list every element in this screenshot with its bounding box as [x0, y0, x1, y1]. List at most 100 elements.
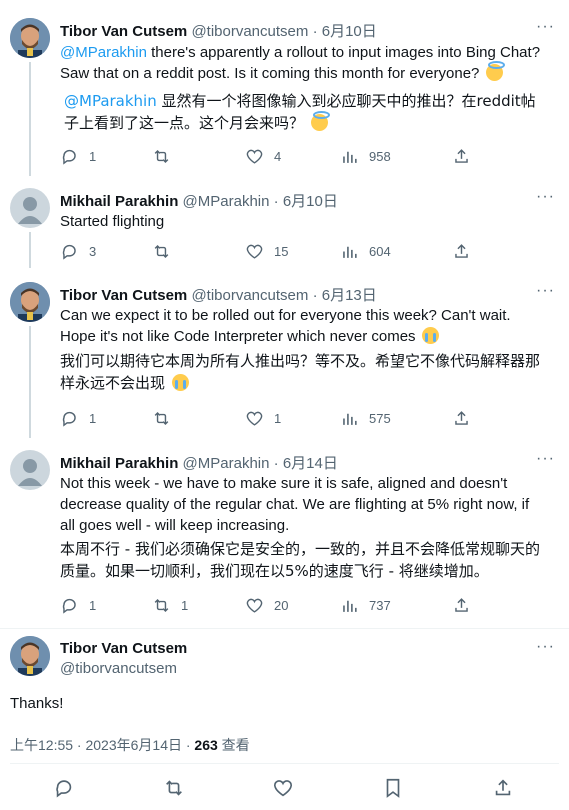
author-name[interactable]: Mikhail Parakhin: [60, 455, 178, 472]
avatar[interactable]: [10, 636, 50, 676]
tweet-date[interactable]: 6月10日: [322, 23, 377, 40]
translation-text: 本周不行 - 我们必须确保它是安全的，一致的，并且不会降低常规聊天的质量。如果一…: [60, 540, 540, 580]
reply-count: 1: [89, 149, 97, 164]
avatar-photo: [10, 18, 50, 58]
share-button[interactable]: [452, 242, 471, 261]
default-avatar-icon: [18, 459, 42, 486]
main-tweet-text: Thanks!: [10, 695, 64, 712]
reply-icon: [62, 598, 76, 614]
tweet-3[interactable]: Tibor Van Cutsem @tiborvancutsem · 6月13日…: [0, 268, 569, 438]
reply-count: 1: [89, 598, 97, 613]
tweet-date[interactable]: 6月10日: [283, 193, 338, 210]
retweet-button[interactable]: 1: [152, 596, 188, 615]
smiling-halo-emoji-icon: [485, 61, 505, 81]
retweet-icon: [166, 780, 182, 796]
retweet-button[interactable]: [152, 409, 181, 428]
default-avatar-icon: [18, 197, 42, 224]
views-button[interactable]: 604: [340, 242, 391, 261]
views-button[interactable]: 958: [340, 147, 391, 166]
retweet-button[interactable]: [152, 242, 181, 261]
tweet-date[interactable]: 6月14日: [283, 455, 338, 472]
author-name[interactable]: Tibor Van Cutsem: [60, 287, 187, 304]
reply-count: 3: [89, 244, 97, 259]
separator: ·: [273, 193, 279, 210]
views-label: 查看: [217, 737, 250, 753]
like-icon: [246, 411, 263, 426]
views-button[interactable]: 575: [340, 409, 391, 428]
tweet-2[interactable]: Mikhail Parakhin @MParakhin · 6月10日 ··· …: [0, 176, 569, 268]
retweet-icon: [154, 411, 169, 426]
like-button[interactable]: 20: [245, 596, 288, 615]
like-button[interactable]: 1: [245, 409, 281, 428]
avatar[interactable]: [10, 282, 50, 322]
thread-line: [29, 326, 31, 438]
tweet-actions: 1 1 575: [60, 409, 480, 429]
more-icon[interactable]: ···: [536, 450, 555, 468]
tweet-actions: 3 15 604: [60, 242, 480, 262]
author-handle[interactable]: @tiborvancutsem: [191, 23, 308, 40]
bookmark-button[interactable]: [382, 777, 404, 804]
tweet-text: Can we expect it to be rolled out for ev…: [60, 307, 511, 345]
translation-text: 我们可以期待它本周为所有人推出吗？等不及。希望它不像代码解释器那样永远不会出现: [60, 352, 541, 392]
tweet-4[interactable]: Mikhail Parakhin @MParakhin · 6月14日 ··· …: [0, 438, 569, 628]
share-icon: [455, 411, 468, 425]
tweet-date[interactable]: 6月13日: [322, 287, 377, 304]
share-button[interactable]: [452, 409, 471, 428]
reply-button[interactable]: [53, 777, 75, 804]
author-name[interactable]: Tibor Van Cutsem: [60, 23, 187, 40]
tweet-header: Mikhail Parakhin @MParakhin · 6月14日: [60, 452, 338, 473]
author-handle[interactable]: @tiborvancutsem: [60, 660, 177, 677]
retweet-icon: [154, 244, 169, 259]
views-button[interactable]: 737: [340, 596, 391, 615]
tweet-header: Mikhail Parakhin @MParakhin · 6月10日: [60, 190, 338, 211]
author-handle[interactable]: @MParakhin: [183, 455, 270, 472]
divider: [10, 763, 559, 764]
divider: [0, 628, 569, 629]
share-icon: [495, 779, 511, 796]
more-icon[interactable]: ···: [536, 18, 555, 36]
views-icon: [343, 151, 357, 163]
tweet-header: Tibor Van Cutsem @tiborvancutsem · 6月10日: [60, 20, 377, 41]
like-button[interactable]: 15: [245, 242, 288, 261]
avatar[interactable]: [10, 188, 50, 228]
like-button[interactable]: [272, 777, 294, 804]
reply-button[interactable]: 3: [60, 242, 96, 261]
retweet-button[interactable]: [163, 777, 185, 804]
views-count: 737: [369, 598, 391, 613]
tweet-actions: 1 1 20 737: [60, 596, 480, 616]
views-count: 263: [194, 737, 218, 753]
timestamp-text[interactable]: 上午12:55 · 2023年6月14日 ·: [10, 737, 194, 753]
more-icon[interactable]: ···: [536, 282, 555, 300]
more-icon[interactable]: ···: [536, 638, 555, 656]
share-button[interactable]: [452, 147, 471, 166]
author-name[interactable]: Mikhail Parakhin: [60, 193, 178, 210]
separator: ·: [312, 23, 318, 40]
like-button[interactable]: 4: [245, 147, 281, 166]
like-count: 4: [274, 149, 282, 164]
like-icon: [246, 598, 263, 613]
reply-button[interactable]: 1: [60, 147, 96, 166]
mention-link[interactable]: @MParakhin: [64, 92, 157, 110]
author-handle[interactable]: @tiborvancutsem: [191, 287, 308, 304]
like-count: 1: [274, 411, 282, 426]
tweet-1[interactable]: Tibor Van Cutsem @tiborvancutsem · 6月10日…: [0, 0, 569, 176]
reply-icon: [62, 244, 76, 260]
main-tweet-actions: [0, 777, 569, 803]
avatar[interactable]: [10, 450, 50, 490]
retweet-button[interactable]: [152, 147, 181, 166]
reply-button[interactable]: 1: [60, 596, 96, 615]
avatar-photo: [10, 282, 50, 322]
mention-link[interactable]: @MParakhin: [60, 44, 147, 61]
like-icon: [246, 244, 263, 259]
share-button[interactable]: [452, 596, 471, 615]
reply-icon: [62, 149, 76, 165]
more-icon[interactable]: ···: [536, 188, 555, 206]
author-name[interactable]: Tibor Van Cutsem: [60, 640, 187, 657]
like-icon: [246, 149, 263, 164]
author-handle[interactable]: @MParakhin: [183, 193, 270, 210]
share-button[interactable]: [492, 777, 514, 804]
share-icon: [455, 598, 468, 612]
reply-button[interactable]: 1: [60, 409, 96, 428]
avatar[interactable]: [10, 18, 50, 58]
tweet-text: Not this week - we have to make sure it …: [60, 475, 530, 534]
